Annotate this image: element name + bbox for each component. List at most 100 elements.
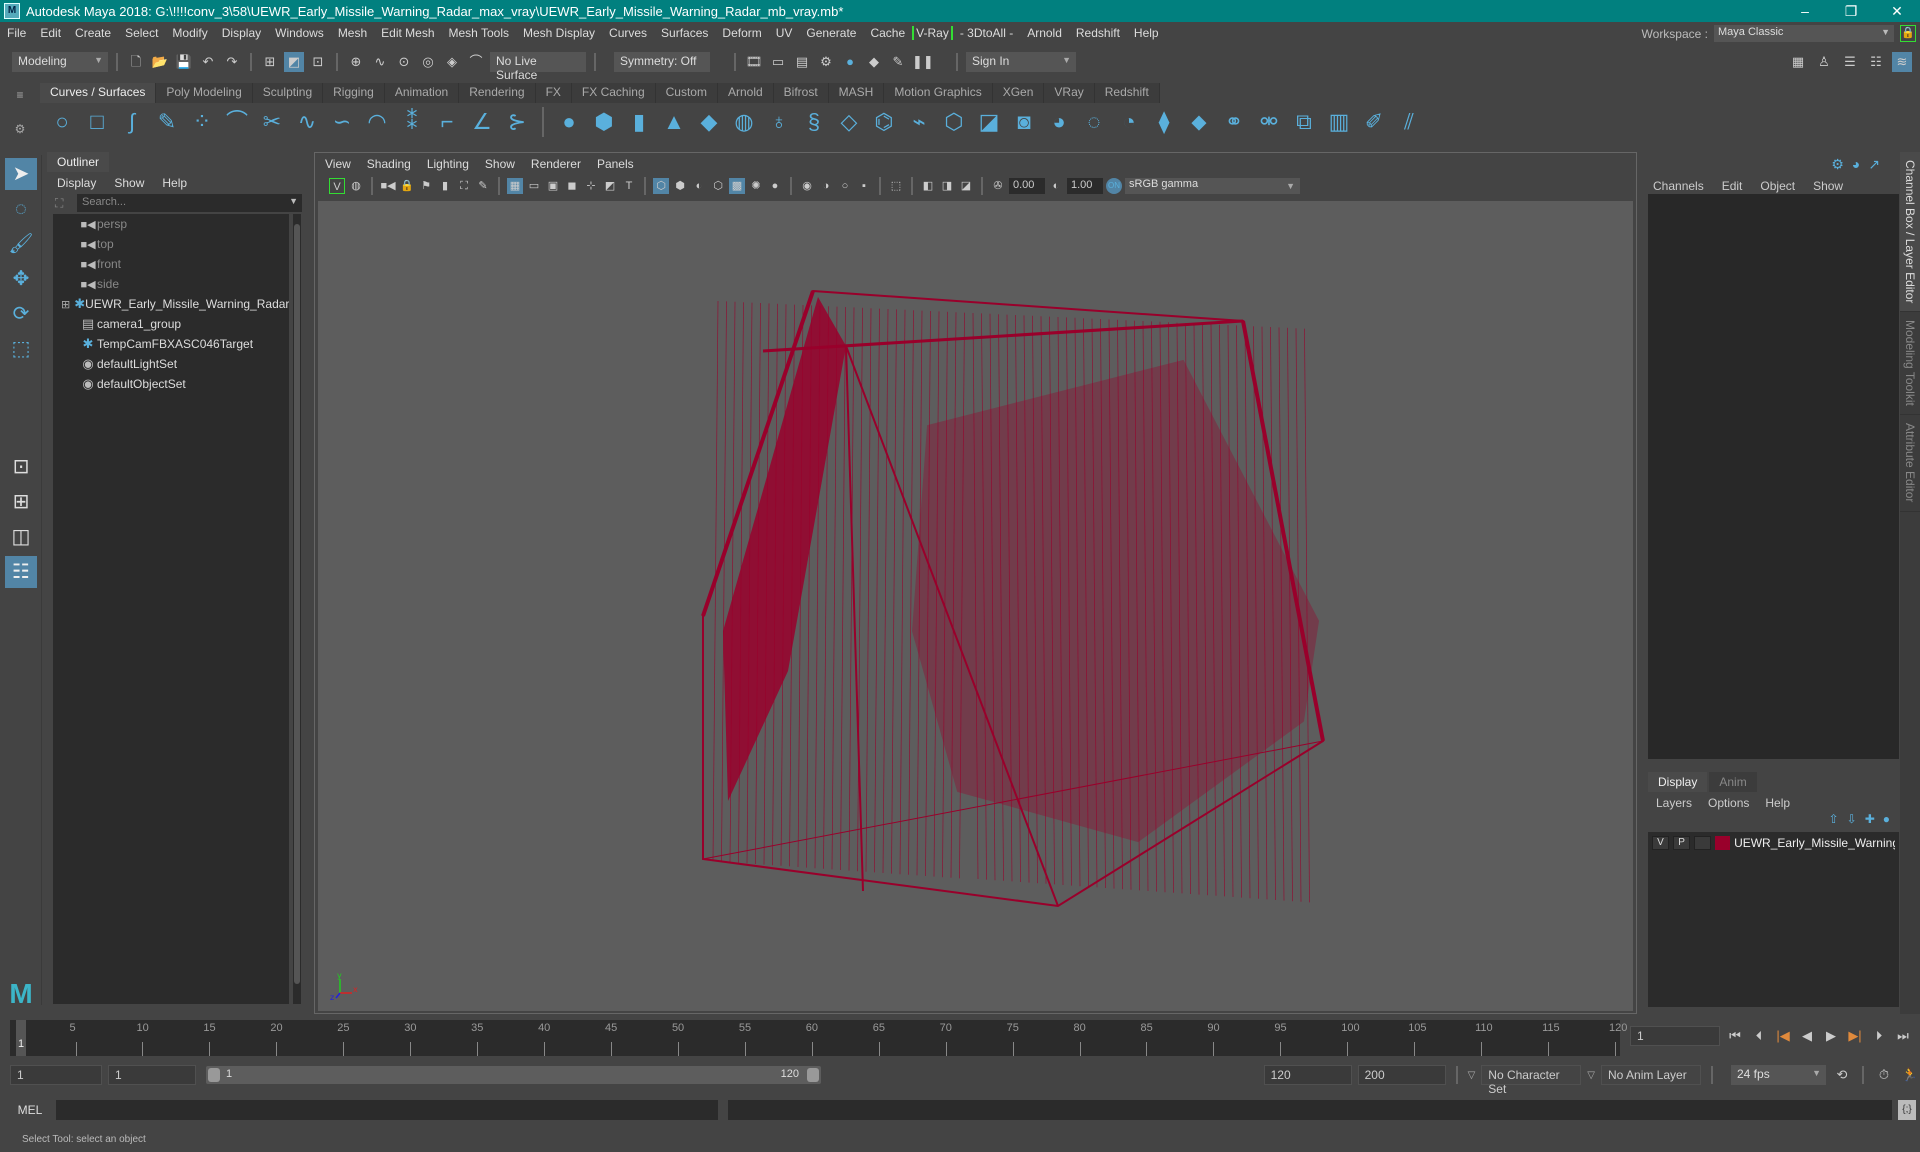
bezier-curve-icon[interactable]: ⊱ bbox=[503, 108, 531, 136]
menu-vray[interactable]: V-Ray bbox=[912, 26, 953, 40]
offset-curve-icon[interactable]: ◠ bbox=[363, 108, 391, 136]
layers-menu[interactable]: Layers bbox=[1656, 796, 1692, 810]
outliner-menu-help[interactable]: Help bbox=[162, 176, 187, 190]
anim-prefs-icon[interactable]: 🏃 bbox=[1900, 1065, 1920, 1085]
cut-curve-icon[interactable]: ✂ bbox=[258, 108, 286, 136]
2d-pan-zoom-icon[interactable]: ⛶ bbox=[456, 178, 472, 194]
fillet-curve-icon[interactable]: ⌐ bbox=[433, 108, 461, 136]
viewport-menu-renderer[interactable]: Renderer bbox=[531, 157, 581, 171]
select-camera-icon[interactable]: ◍ bbox=[348, 178, 364, 194]
step-back-key-icon[interactable]: ⏴ bbox=[1750, 1028, 1768, 1044]
viewport-menu-shading[interactable]: Shading bbox=[367, 157, 411, 171]
manipulator-icon[interactable]: ⚙ bbox=[1831, 156, 1844, 173]
undo-icon[interactable]: ↶ bbox=[198, 52, 218, 72]
trim-icon[interactable]: ◕ bbox=[1045, 108, 1073, 136]
stitch-icon[interactable]: ⫽ bbox=[1395, 108, 1423, 136]
fillet-surface-icon[interactable]: ✐ bbox=[1360, 108, 1388, 136]
snap-surface-icon[interactable]: ◈ bbox=[442, 52, 462, 72]
outliner-item[interactable]: ■◀ persp bbox=[53, 214, 289, 234]
outliner-layout-icon[interactable]: ☷ bbox=[5, 556, 37, 588]
shelf-tab-rendering[interactable]: Rendering bbox=[459, 83, 536, 103]
camera-attributes-icon[interactable]: ■◀ bbox=[380, 178, 396, 194]
side-tab-attribute-editor[interactable]: Attribute Editor bbox=[1900, 415, 1920, 512]
shelf-tab-vray[interactable]: VRay bbox=[1044, 83, 1095, 103]
menu-curves[interactable]: Curves bbox=[602, 26, 654, 40]
safe-action-icon[interactable]: ◩ bbox=[602, 178, 618, 194]
auto-key-icon[interactable]: ⏱ bbox=[1874, 1065, 1894, 1085]
outliner-item[interactable]: ■◀ side bbox=[53, 274, 289, 294]
layer-type-toggle[interactable] bbox=[1694, 836, 1712, 850]
shelf-tab-motion-graphics[interactable]: Motion Graphics bbox=[884, 83, 993, 103]
script-editor-icon[interactable]: {;} bbox=[1898, 1100, 1916, 1120]
layer-visibility-toggle[interactable]: V bbox=[1652, 836, 1670, 850]
revolve-icon[interactable]: ♁ bbox=[765, 108, 793, 136]
render-setup-icon[interactable]: ◆ bbox=[864, 52, 884, 72]
shelf-tab-redshift[interactable]: Redshift bbox=[1094, 83, 1160, 103]
outliner-item[interactable]: ■◀ front bbox=[53, 254, 289, 274]
safe-title-icon[interactable]: T bbox=[621, 178, 637, 194]
color-management-toggle[interactable]: ON bbox=[1106, 178, 1122, 194]
save-scene-icon[interactable]: 💾 bbox=[174, 52, 194, 72]
gamma-field[interactable]: 1.00 bbox=[1067, 178, 1103, 194]
menu-mesh-display[interactable]: Mesh Display bbox=[516, 26, 602, 40]
wireframe-on-shaded-icon[interactable]: ⬡ bbox=[710, 178, 726, 194]
menu-redshift[interactable]: Redshift bbox=[1069, 26, 1127, 40]
shelf-tab-mash[interactable]: MASH bbox=[828, 83, 885, 103]
wireframe-icon[interactable]: ⬡ bbox=[653, 178, 669, 194]
outliner-menu-show[interactable]: Show bbox=[114, 176, 144, 190]
outliner-tab[interactable]: Outliner bbox=[47, 152, 110, 172]
bevel-plus-icon[interactable]: ◙ bbox=[1010, 108, 1038, 136]
outliner-item[interactable]: ■◀ top bbox=[53, 234, 289, 254]
outliner-item[interactable]: ▤ camera1_group bbox=[53, 314, 289, 334]
shelf-tab-arnold[interactable]: Arnold bbox=[717, 83, 774, 103]
shelf-tab-curves-surfaces[interactable]: Curves / Surfaces bbox=[40, 83, 157, 103]
viewport-menu-view[interactable]: View bbox=[325, 157, 351, 171]
step-forward-key-icon[interactable]: ⏵ bbox=[1870, 1028, 1888, 1044]
hyperbolic-icon[interactable]: ↗ bbox=[1868, 156, 1880, 173]
field-chart-icon[interactable]: ⊹ bbox=[583, 178, 599, 194]
render-view-icon[interactable]: 🎞 bbox=[744, 52, 764, 72]
sculpt-icon[interactable]: ▥ bbox=[1325, 108, 1353, 136]
go-to-start-icon[interactable]: ⏮ bbox=[1726, 1028, 1744, 1044]
vray-icon[interactable]: V bbox=[329, 178, 345, 194]
isolate-select-icon[interactable]: ⬚ bbox=[888, 178, 904, 194]
move-tool-icon[interactable]: ✥ bbox=[5, 263, 37, 295]
attach-curve-icon[interactable]: ∿ bbox=[293, 108, 321, 136]
cv-curve-icon[interactable]: ∫ bbox=[118, 108, 146, 136]
nurbs-square-icon[interactable]: □ bbox=[83, 108, 111, 136]
anim-layer-arrow-icon[interactable]: ▽ bbox=[1587, 1070, 1595, 1081]
menu-cache[interactable]: Cache bbox=[863, 26, 912, 40]
live-surface-field[interactable]: No Live Surface bbox=[490, 52, 586, 82]
planar-icon[interactable]: ◇ bbox=[835, 108, 863, 136]
xray-icon[interactable]: ◧ bbox=[920, 178, 936, 194]
shelf-tab-sculpting[interactable]: Sculpting bbox=[252, 83, 324, 103]
channel-show-menu[interactable]: Show bbox=[1813, 179, 1843, 193]
scale-tool-icon[interactable]: ⬚ bbox=[5, 333, 37, 365]
film-gate-icon[interactable]: ▭ bbox=[526, 178, 542, 194]
range-start-handle[interactable] bbox=[208, 1068, 220, 1082]
four-view-layout-icon[interactable]: ⊞ bbox=[5, 486, 37, 518]
birail-icon[interactable]: ⌁ bbox=[905, 108, 933, 136]
shelf-tab-rigging[interactable]: Rigging bbox=[323, 83, 385, 103]
lock-camera-icon[interactable]: 🔒 bbox=[399, 178, 415, 194]
workspace-dropdown[interactable]: Maya Classic bbox=[1714, 25, 1894, 42]
color-space-dropdown[interactable]: sRGB gamma bbox=[1125, 178, 1300, 194]
filter-icon[interactable]: ⛶ bbox=[55, 196, 63, 211]
open-scene-icon[interactable]: 📂 bbox=[150, 52, 170, 72]
new-layer-selected-icon[interactable]: ● bbox=[1883, 812, 1890, 826]
shelf-tab-bifrost[interactable]: Bifrost bbox=[773, 83, 829, 103]
shelf-tab-custom[interactable]: Custom bbox=[655, 83, 718, 103]
nurbs-cube-icon[interactable]: ⬢ bbox=[590, 108, 618, 136]
menu-file[interactable]: File bbox=[0, 26, 33, 40]
snap-grid-icon[interactable]: ⊕ bbox=[346, 52, 366, 72]
menu-edit-mesh[interactable]: Edit Mesh bbox=[374, 26, 441, 40]
command-language-toggle[interactable]: MEL bbox=[10, 1103, 50, 1117]
move-layer-down-icon[interactable]: ⇩ bbox=[1847, 812, 1857, 826]
pencil-curve-icon[interactable]: ✎ bbox=[153, 108, 181, 136]
rebuild-surface-icon[interactable]: ⧫ bbox=[1150, 108, 1178, 136]
new-layer-icon[interactable]: ✚ bbox=[1865, 812, 1875, 826]
end-time-field[interactable]: 200 bbox=[1357, 1065, 1446, 1085]
minimize-button[interactable]: – bbox=[1782, 0, 1828, 22]
exposure-field[interactable]: 0.00 bbox=[1009, 178, 1045, 194]
grid-icon[interactable]: ▦ bbox=[507, 178, 523, 194]
